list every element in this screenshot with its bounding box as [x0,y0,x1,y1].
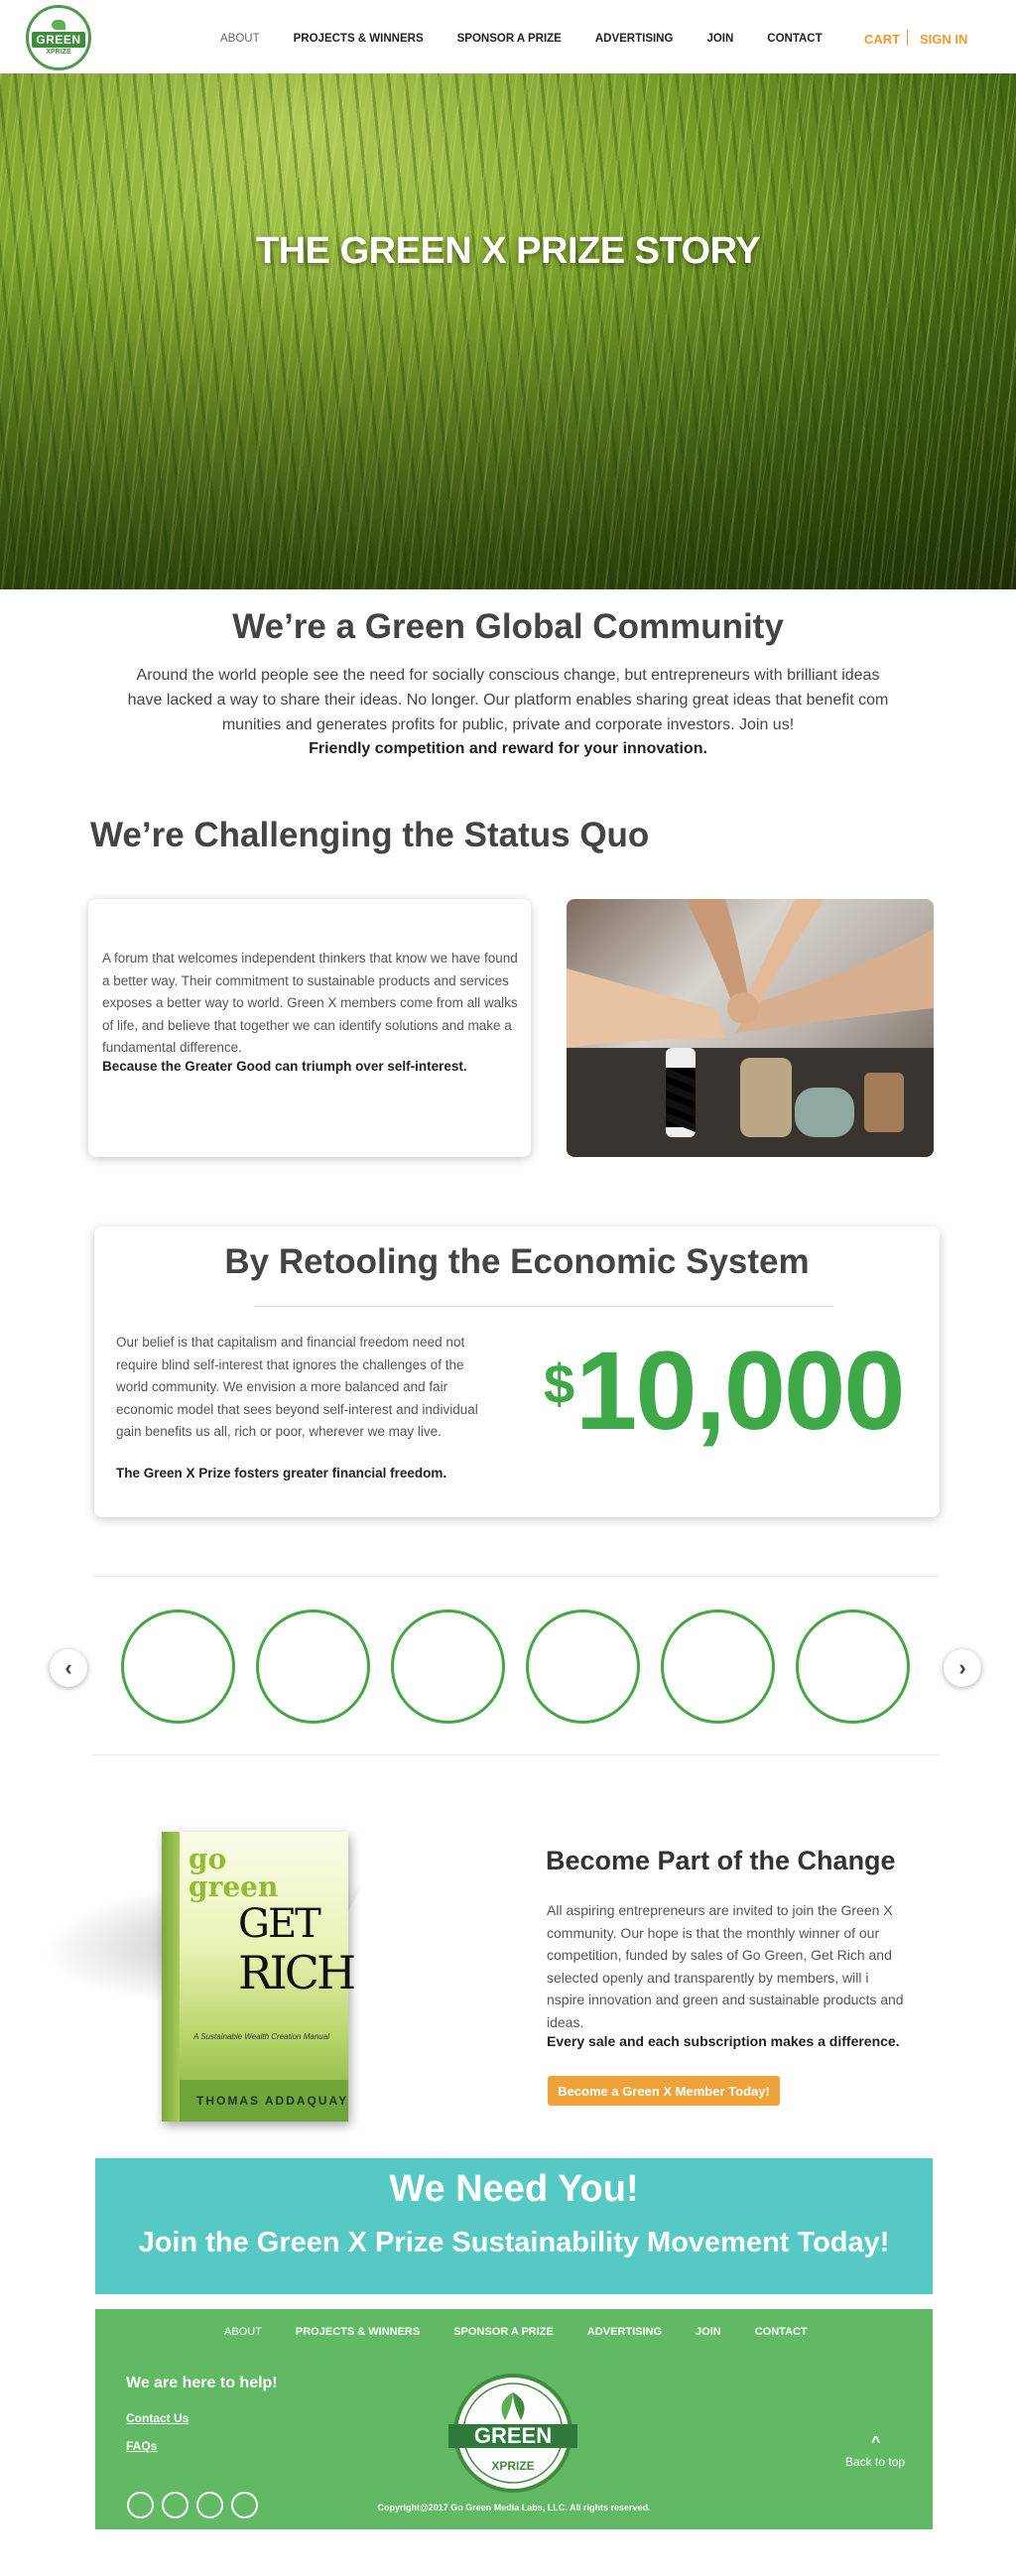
main-nav: ABOUT PROJECTS & WINNERS SPONSOR A PRIZE… [220,33,856,45]
back-to-top-link[interactable]: Back to top [845,2455,905,2469]
header-divider [907,30,908,46]
nav-contact[interactable]: CONTACT [767,33,822,45]
challenge-text: A forum that welcomes independent thinke… [102,951,518,1055]
challenge-heading: We’re Challenging the Status Quo [90,816,650,854]
carousel-bottom-divider [92,1754,940,1755]
carousel-prev-button[interactable]: ‹ [50,1649,87,1687]
footer-faq-link[interactable]: FAQs [126,2439,157,2453]
nav-join[interactable]: JOIN [706,33,733,45]
carousel-item[interactable] [391,1610,505,1724]
footer-logo[interactable]: GREEN XPRIZE [443,2371,583,2496]
book-title-go: go green [189,1846,278,1901]
need-you-subtitle: Join the Green X Prize Sustainability Mo… [138,2227,890,2258]
retool-heading: By Retooling the Economic System [224,1242,810,1281]
carousel-item[interactable] [256,1610,370,1724]
logo-text: GREEN [32,32,85,48]
footer-nav-about[interactable]: ABOUT [224,2326,262,2338]
become-member-button[interactable]: Become a Green X Member Today! [548,2076,780,2106]
carousel-item[interactable] [526,1610,640,1724]
book-author: THOMAS ADDAQUAY [196,2094,349,2108]
footer-nav-advertising[interactable]: ADVERTISING [587,2326,662,2338]
signin-link[interactable]: SIGN IN [920,32,967,47]
change-tagline: Every sale and each subscription makes a… [547,2033,900,2049]
book-spine [162,1832,180,2122]
footer-nav-projects-winners[interactable]: PROJECTS & WINNERS [296,2326,420,2338]
divider [254,1306,833,1307]
carousel-next-button[interactable]: › [944,1649,981,1687]
change-heading: Become Part of the Change [546,1846,896,1875]
footer-nav-join[interactable]: JOIN [696,2326,721,2338]
nav-sponsor-prize[interactable]: SPONSOR A PRIZE [457,33,562,45]
hero-grass-image [0,73,1016,589]
cart-link[interactable]: CART [864,32,900,47]
book-title-rich: RICH [238,1946,356,1999]
community-heading: We’re a Green Global Community [232,607,784,646]
challenge-tagline: Because the Greater Good can triumph ove… [102,1059,467,1074]
retool-text: Our belief is that capitalism and financ… [116,1335,478,1439]
prize-currency: $ [544,1352,575,1415]
retool-tagline: The Green X Prize fosters greater financ… [116,1466,447,1481]
logo-subtext: XPRIZE [46,49,71,56]
book-title-get: GET [238,1901,321,1947]
team-hands-photo [567,899,934,1157]
copyright-text: Copyright@2017 Go Green Media Labs, LLC.… [377,2503,651,2512]
community-text: Around the world people see the need for… [127,667,889,733]
community-tagline: Friendly competition and reward for your… [309,740,707,757]
chevron-right-icon: › [958,1655,966,1680]
book-title-line: green [189,1870,279,1903]
carousel-item[interactable] [796,1610,910,1724]
book-tagline: A Sustainable Wealth Creation Manual [193,2032,329,2041]
footer-nav: ABOUT PROJECTS & WINNERS SPONSOR A PRIZE… [224,2326,841,2338]
footer-logo-text: GREEN [474,2423,552,2448]
footer-nav-sponsor-prize[interactable]: SPONSOR A PRIZE [453,2326,554,2338]
nav-about[interactable]: ABOUT [220,33,260,45]
footer-nav-contact[interactable]: CONTACT [755,2326,808,2338]
carousel-top-divider [92,1576,940,1577]
chevron-up-icon[interactable]: ^ [871,2434,880,2452]
leaf-icon [52,20,65,30]
carousel-item[interactable] [121,1610,235,1724]
nav-projects-winners[interactable]: PROJECTS & WINNERS [294,33,424,45]
footer-logo-subtext: XPRIZE [491,2459,534,2473]
change-text: All aspiring entrepreneurs are invited t… [547,1902,904,2030]
chevron-left-icon: ‹ [64,1655,72,1680]
need-you-title: We Need You! [389,2168,639,2210]
carousel-item[interactable] [661,1610,775,1724]
footer-contact-link[interactable]: Contact Us [126,2411,189,2425]
hero-title: THE GREEN X PRIZE STORY [256,230,760,272]
footer-help-heading: We are here to help! [126,2375,278,2391]
prize-amount: 10,000 [575,1329,906,1453]
brand-logo[interactable]: GREEN XPRIZE [26,5,91,70]
nav-advertising[interactable]: ADVERTISING [595,33,674,45]
